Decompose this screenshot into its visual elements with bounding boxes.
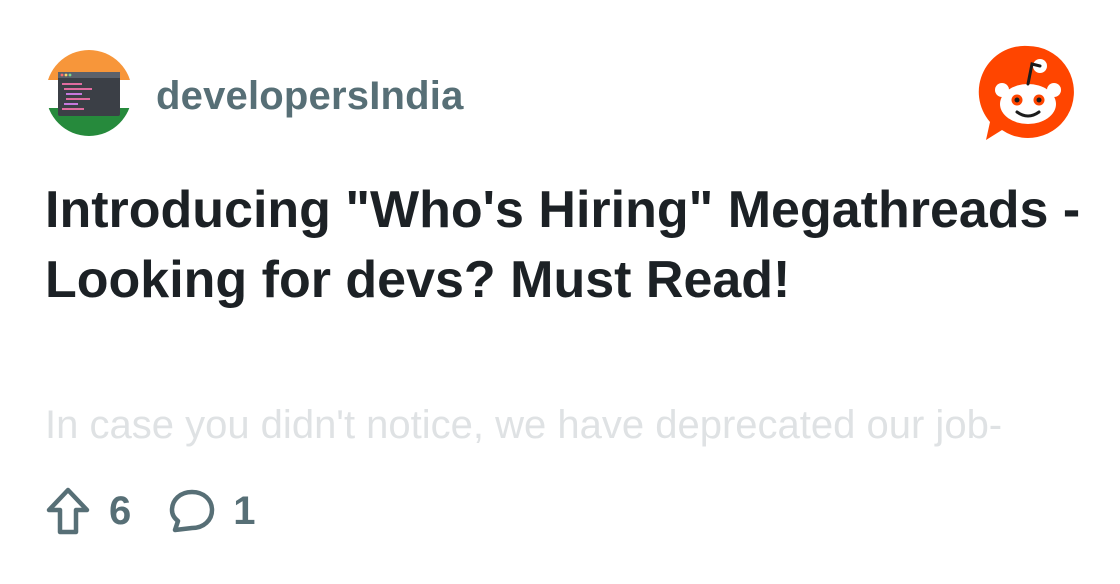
post-card[interactable]: developersIndia Introducing "Who's Hirin… [0, 0, 1120, 584]
upvote-count: 6 [109, 488, 132, 533]
post-title[interactable]: Introducing "Who's Hiring" Megathreads -… [45, 175, 1095, 315]
comments-button[interactable]: 1 [169, 488, 256, 534]
post-body-preview: In case you didn't notice, we have depre… [45, 403, 1003, 447]
comment-count: 1 [233, 488, 256, 533]
title-fade-overlay [0, 318, 1120, 388]
subreddit-name[interactable]: developersIndia [156, 74, 464, 119]
upvote-button[interactable]: 6 [45, 486, 131, 536]
terminal-flag-icon [46, 50, 132, 136]
subreddit-avatar[interactable] [46, 50, 132, 136]
upvote-arrow-icon [46, 487, 90, 535]
reddit-snoo-icon [978, 45, 1074, 140]
post-stats: 6 1 [45, 484, 256, 538]
comment-bubble-icon [170, 489, 215, 533]
brand-logo[interactable] [978, 44, 1078, 144]
